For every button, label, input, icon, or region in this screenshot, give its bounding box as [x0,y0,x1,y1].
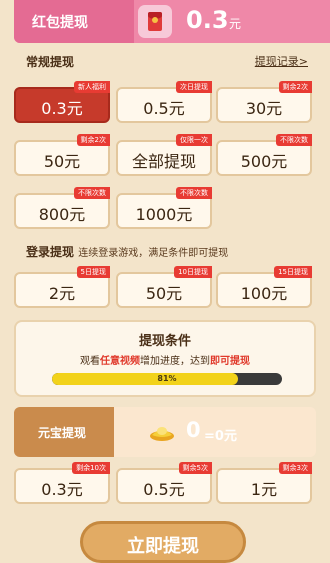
regular-withdraw-label: 常规提现 [26,55,75,69]
withdraw-record-link[interactable]: 提现记录> [255,53,308,69]
condition-text: 增加进度，达到 [140,356,210,367]
option-regular-4[interactable]: 仅限一次 全部提现 [116,134,212,176]
withdraw-condition-panel: 提现条件 观看任意视频增加进度，达到即可提现 81% [14,320,316,397]
option-tag: 5日提现 [76,266,110,278]
option-tag: 新人福利 [74,81,110,93]
withdraw-now-label: 立即提现 [127,536,199,557]
option-value: 50元 [145,284,183,303]
option-login-1[interactable]: 10日提现 50元 [116,266,212,308]
option-value: 30元 [245,99,283,118]
progress-bar: 81% [52,373,282,385]
progress-text: 81% [157,374,177,383]
option-value: 500元 [240,152,288,171]
option-tag: 仅限一次 [176,134,212,146]
red-envelope-icon [138,5,172,38]
option-value: 0.5元 [143,99,185,118]
condition-highlight: 即可提现 [210,356,250,367]
option-yuanbao-2[interactable]: 剩余3次 1元 [216,462,312,504]
option-value: 1000元 [135,205,193,224]
header-title: 红包提现 [32,15,88,31]
option-value: 全部提现 [131,152,196,171]
option-tag: 剩余3次 [278,462,312,474]
withdraw-now-button[interactable]: 立即提现 [80,521,246,563]
option-value: 2元 [48,284,76,303]
balance-amount: 0.3 [186,6,229,34]
option-regular-1[interactable]: 次日提现 0.5元 [116,81,212,123]
option-value: 1元 [250,480,278,499]
option-value: 0.3元 [41,99,83,118]
gold-ingot-icon [150,427,174,441]
option-yuanbao-1[interactable]: 剩余5次 0.5元 [116,462,212,504]
header-title-block: 红包提现 [14,0,134,43]
option-tag: 剩余2次 [76,134,110,146]
option-yuanbao-0[interactable]: 剩余10次 0.3元 [14,462,110,504]
option-tag: 10日提现 [174,266,212,278]
yuanbao-count: 0 [186,418,201,442]
yuanbao-title-block: 元宝提现 [14,407,114,457]
option-value: 50元 [43,152,81,171]
yuanbao-title: 元宝提现 [38,426,87,440]
option-value: 800元 [38,205,86,224]
option-regular-5[interactable]: 不限次数 500元 [216,134,312,176]
login-withdraw-sublabel: 连续登录游戏，满足条件即可提现 [78,248,229,259]
balance-unit: 元 [229,17,242,31]
option-tag: 不限次数 [74,187,110,199]
option-value: 0.5元 [143,480,185,499]
option-tag: 剩余10次 [72,462,110,474]
option-login-2[interactable]: 15日提现 100元 [216,266,312,308]
condition-description: 观看任意视频增加进度，达到即可提现 [16,352,314,367]
option-tag: 不限次数 [276,134,312,146]
option-regular-3[interactable]: 剩余2次 50元 [14,134,110,176]
option-tag: 15日提现 [274,266,312,278]
yuanbao-equals: =0元 [204,429,237,444]
option-regular-2[interactable]: 剩余2次 30元 [216,81,312,123]
yuanbao-panel: 元宝提现 0 =0元 [14,407,316,457]
option-regular-7[interactable]: 不限次数 1000元 [116,187,212,229]
condition-highlight: 任意视频 [100,356,140,367]
option-value: 100元 [240,284,288,303]
login-withdraw-label: 登录提现 连续登录游戏，满足条件即可提现 [26,243,228,260]
login-withdraw-title: 登录提现 [26,245,75,259]
option-tag: 次日提现 [176,81,212,93]
option-login-0[interactable]: 5日提现 2元 [14,266,110,308]
option-tag: 剩余2次 [278,81,312,93]
option-value: 0.3元 [41,480,83,499]
balance-header: 红包提现 0.3 元 [14,0,330,43]
condition-text: 观看 [80,356,100,367]
option-tag: 剩余5次 [178,462,212,474]
option-tag: 不限次数 [176,187,212,199]
condition-title: 提现条件 [138,334,191,349]
option-regular-0[interactable]: 新人福利 0.3元 [14,81,110,123]
option-regular-6[interactable]: 不限次数 800元 [14,187,110,229]
